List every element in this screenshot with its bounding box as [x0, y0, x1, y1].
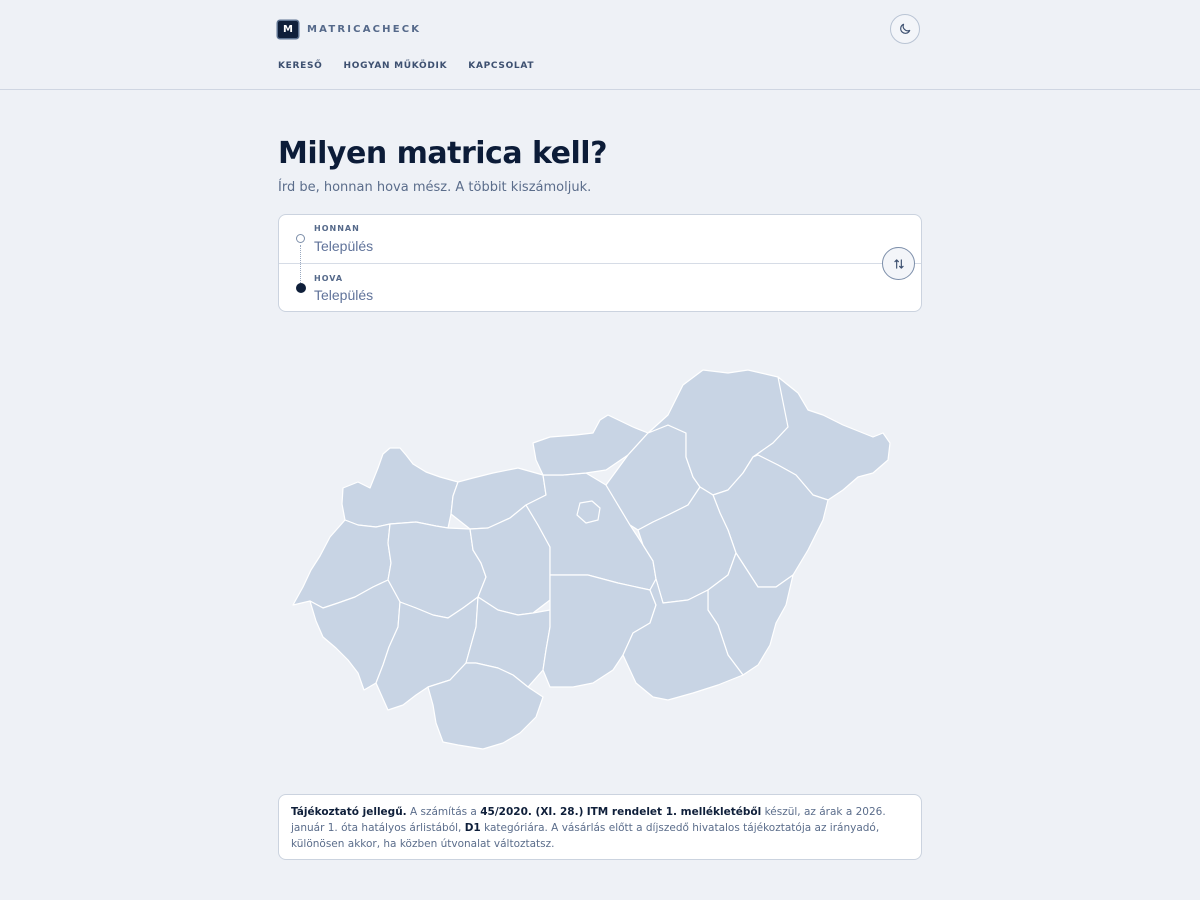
brand[interactable]: M MATRICACHECK	[278, 21, 421, 38]
nav-item-hogyan-mukodik[interactable]: HOGYAN MŰKÖDIK	[344, 61, 448, 71]
disclaimer-category: D1	[464, 822, 481, 834]
disclaimer-lead: Tájékoztató jellegű.	[291, 806, 407, 818]
swap-vertical-icon	[893, 258, 904, 269]
county-gyor-moson-sopron[interactable]	[341, 447, 459, 529]
disclaimer-text-1: A számítás a	[406, 806, 481, 818]
theme-toggle-button[interactable]	[890, 14, 920, 44]
disclaimer-annex: ITM rendelet 1. mellékletéből	[586, 806, 762, 818]
destination-marker-icon	[296, 283, 306, 293]
county-map	[288, 365, 912, 757]
main-nav: KERESŐ HOGYAN MŰKÖDIK KAPCSOLAT	[278, 61, 555, 71]
disclaimer-box: Tájékoztató jellegű. A számítás a 45/202…	[278, 794, 922, 860]
origin-marker-icon	[296, 234, 305, 243]
hungary-map-svg	[292, 369, 891, 750]
moon-icon	[900, 23, 911, 34]
swap-button[interactable]	[882, 247, 915, 280]
route-connector	[300, 245, 301, 283]
page-subtitle: Írd be, honnan hova mész. A többit kiszá…	[278, 180, 592, 195]
disclaimer-regulation: 45/2020. (XI. 28.)	[480, 806, 584, 818]
route-divider	[279, 263, 921, 264]
site-header: M MATRICACHECK KERESŐ HOGYAN MŰKÖDIK KAP…	[0, 0, 1200, 90]
page-title: Milyen matrica kell?	[278, 136, 607, 171]
to-label: HOVA	[314, 274, 344, 283]
brand-name: MATRICACHECK	[307, 24, 422, 35]
brand-logo: M	[278, 21, 298, 38]
from-label: HONNAN	[314, 224, 360, 233]
to-input[interactable]	[314, 287, 834, 303]
nav-item-kereso[interactable]: KERESŐ	[278, 61, 323, 71]
nav-item-kapcsolat[interactable]: KAPCSOLAT	[468, 61, 534, 71]
from-input[interactable]	[314, 238, 834, 254]
route-form: HONNAN HOVA	[278, 214, 922, 312]
